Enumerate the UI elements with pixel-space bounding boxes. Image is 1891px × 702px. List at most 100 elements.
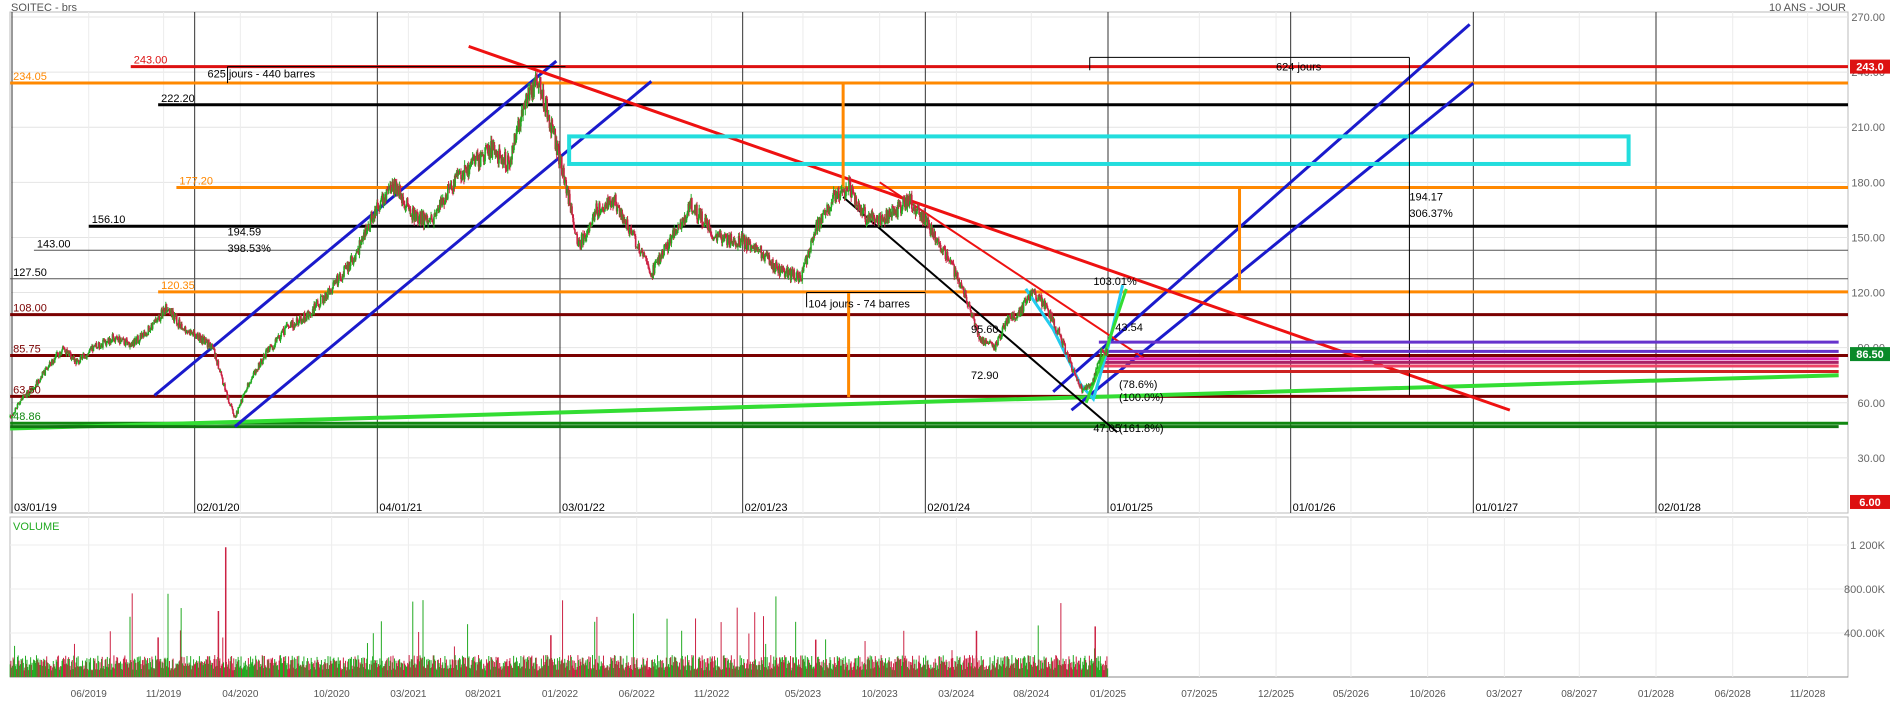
candle-body bbox=[1106, 350, 1109, 356]
candle-body bbox=[806, 256, 809, 265]
candle-body bbox=[280, 332, 283, 337]
candle-body bbox=[878, 216, 880, 225]
annotation: 104 jours - 74 barres bbox=[808, 298, 910, 310]
chart-root: 243.00 234.05 222.20 177.20 156.10 143.00 127.… bbox=[0, 0, 1891, 702]
date-label: 02/01/24 bbox=[927, 502, 970, 514]
volume-tick-label: 800.00K bbox=[1844, 584, 1886, 596]
candle-body bbox=[571, 206, 573, 215]
level-label: 222.20 bbox=[161, 93, 195, 105]
date-label: 03/01/22 bbox=[562, 502, 605, 514]
candle-body bbox=[1027, 296, 1030, 300]
period-label: 10 ANS - JOUR bbox=[1768, 2, 1846, 14]
time-axis-label: 11/2028 bbox=[1790, 689, 1826, 700]
level-labels: 243.00 234.05 222.20 177.20 156.10 143.00 127.… bbox=[13, 55, 213, 424]
date-label: 02/01/28 bbox=[1658, 502, 1701, 514]
candle-body bbox=[430, 215, 433, 220]
candle-body bbox=[1022, 301, 1025, 312]
annotation: (78.6%) bbox=[1119, 379, 1158, 391]
candle-body bbox=[83, 353, 85, 358]
price-tick-label: 210.00 bbox=[1851, 122, 1885, 134]
price-tick-label: 270.00 bbox=[1851, 12, 1885, 24]
time-axis-label: 08/2024 bbox=[1013, 689, 1050, 700]
candle-body bbox=[1096, 363, 1099, 369]
candle-body bbox=[738, 236, 741, 247]
candle-body bbox=[121, 339, 123, 341]
price-tick-label: 60.00 bbox=[1857, 398, 1885, 410]
annotation: (100.0%) bbox=[1119, 392, 1164, 404]
candle-body bbox=[319, 296, 322, 305]
candle-body bbox=[349, 256, 352, 267]
level-label: 143.00 bbox=[37, 238, 71, 250]
candle-body bbox=[574, 229, 576, 234]
date-label: 01/01/27 bbox=[1475, 502, 1518, 514]
time-axis-label: 11/2022 bbox=[694, 689, 730, 700]
candle-body bbox=[580, 234, 583, 248]
candle-body bbox=[698, 208, 700, 218]
candle-body bbox=[573, 224, 576, 230]
candles bbox=[9, 71, 1109, 419]
annotation: 306.37% bbox=[1409, 208, 1453, 220]
candle-body bbox=[47, 367, 49, 370]
time-axis-label: 03/2027 bbox=[1486, 689, 1523, 700]
candle-body bbox=[855, 196, 858, 206]
annotation: 95.60 bbox=[971, 324, 999, 336]
time-axis-label: 08/2027 bbox=[1561, 689, 1598, 700]
candle-body bbox=[1008, 315, 1010, 323]
candle-body bbox=[730, 234, 733, 242]
price-pane-frame bbox=[9, 11, 1849, 514]
candle-body bbox=[1051, 314, 1053, 318]
candle-body bbox=[449, 187, 451, 190]
candle-body bbox=[876, 215, 879, 223]
price-chart: 243.00 234.05 222.20 177.20 156.10 143.00 127.… bbox=[9, 11, 1890, 700]
level-label: 85.75 bbox=[13, 343, 41, 355]
date-label: 02/01/20 bbox=[197, 502, 240, 514]
candle-body bbox=[954, 268, 957, 274]
candle-body bbox=[1087, 386, 1089, 389]
candle-body bbox=[133, 339, 136, 347]
candle-body bbox=[654, 262, 657, 265]
candle-body bbox=[1004, 321, 1007, 329]
level-label: 177.20 bbox=[179, 175, 213, 187]
candle-body bbox=[542, 89, 545, 109]
bottom-price-tag: 6.00 bbox=[1859, 497, 1880, 509]
candle-body bbox=[38, 382, 41, 384]
candle-body bbox=[643, 252, 646, 256]
time-axis-label: 03/2021 bbox=[390, 689, 427, 700]
time-axis-label: 10/2020 bbox=[314, 689, 351, 700]
level-label: 127.50 bbox=[13, 267, 47, 279]
candle-body bbox=[221, 375, 223, 378]
time-axis-label: 06/2019 bbox=[71, 689, 108, 700]
price-tag-243: 243.0 bbox=[1856, 62, 1884, 74]
annotation: 72.90 bbox=[971, 370, 999, 382]
time-axis-label: 01/2028 bbox=[1638, 689, 1675, 700]
volume-tick-label: 1 200K bbox=[1850, 540, 1886, 552]
price-tick-label: 30.00 bbox=[1857, 453, 1885, 465]
channel-lower bbox=[233, 80, 653, 428]
candle-body bbox=[821, 213, 824, 223]
level-label: 156.10 bbox=[92, 214, 126, 226]
candle-body bbox=[1013, 313, 1015, 318]
candle-body bbox=[316, 300, 319, 304]
candle-body bbox=[284, 327, 286, 336]
candle-body bbox=[1075, 375, 1078, 377]
annotation: 194.17 bbox=[1409, 192, 1443, 204]
annotation: 624 jours bbox=[1276, 61, 1322, 73]
candle-body bbox=[1095, 369, 1097, 376]
current-price-tag: 86.50 bbox=[1856, 349, 1884, 361]
level-label: 234.05 bbox=[13, 71, 47, 83]
candle-body bbox=[997, 337, 999, 346]
candle-body bbox=[217, 360, 220, 369]
support-line bbox=[10, 373, 1839, 431]
time-axis-label: 10/2023 bbox=[862, 689, 899, 700]
candle-body bbox=[696, 204, 698, 220]
annotation: 398.53% bbox=[228, 243, 272, 255]
candle-body bbox=[116, 336, 119, 341]
candle-body bbox=[790, 271, 793, 281]
candle-body bbox=[969, 305, 972, 310]
volume-tick-label: 400.00K bbox=[1844, 628, 1886, 640]
candle-body bbox=[639, 252, 642, 255]
candle-body bbox=[339, 273, 342, 279]
annotation: 47.05 bbox=[1093, 423, 1121, 435]
level-label: 243.00 bbox=[134, 55, 168, 67]
price-tick-label: 120.00 bbox=[1851, 288, 1885, 300]
